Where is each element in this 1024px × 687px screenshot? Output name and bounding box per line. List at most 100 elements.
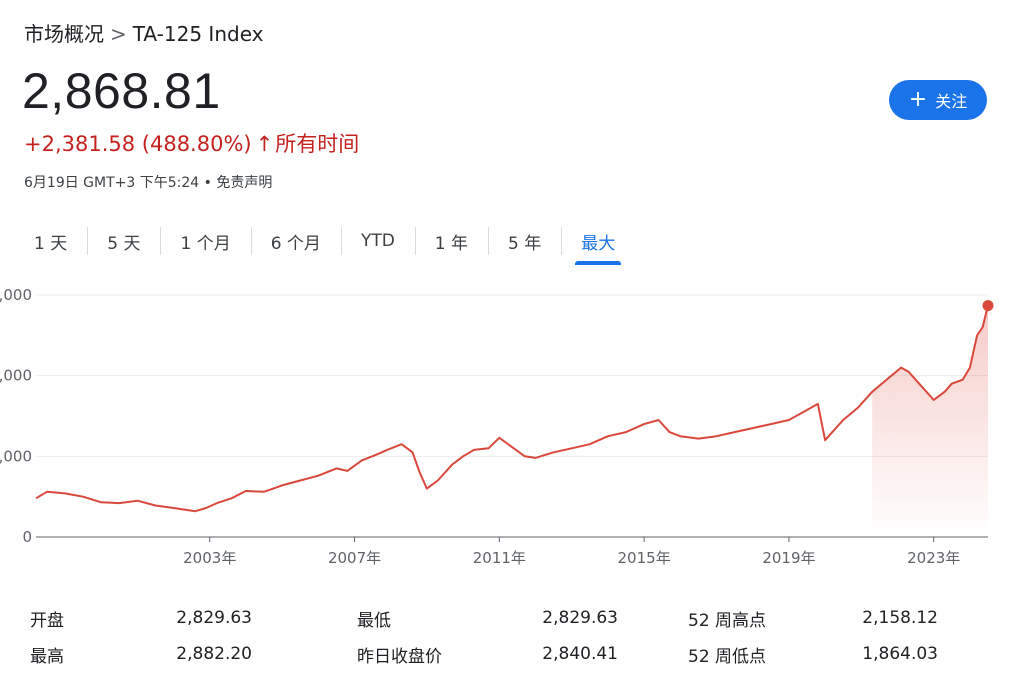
data-point[interactable] [450, 462, 454, 466]
tab-1-day[interactable]: 1 天 [14, 223, 87, 259]
series-area [872, 305, 988, 537]
data-point[interactable] [801, 410, 805, 414]
data-point[interactable] [81, 495, 85, 499]
data-point[interactable] [63, 491, 67, 495]
data-point[interactable] [968, 366, 972, 370]
data-point[interactable] [606, 434, 610, 438]
data-point[interactable] [345, 469, 349, 473]
data-point[interactable] [193, 509, 197, 513]
data-point[interactable] [696, 437, 700, 441]
tab-label: 1 个月 [180, 233, 231, 254]
data-point[interactable] [436, 479, 440, 483]
data-point[interactable] [280, 483, 284, 487]
data-point[interactable] [667, 430, 671, 434]
data-point[interactable] [769, 422, 773, 426]
data-point[interactable] [932, 398, 936, 402]
data-point[interactable] [733, 430, 737, 434]
data-point[interactable] [917, 382, 921, 386]
data-point[interactable] [172, 506, 176, 510]
data-point[interactable] [204, 506, 208, 510]
change-period: 所有时间 [275, 132, 360, 156]
data-point[interactable] [99, 500, 103, 504]
data-point[interactable] [316, 474, 320, 478]
data-point[interactable] [751, 426, 755, 430]
tab-6-month[interactable]: 6 个月 [250, 223, 341, 259]
data-point[interactable] [642, 422, 646, 426]
data-point[interactable] [981, 325, 985, 329]
data-point[interactable] [461, 454, 465, 458]
data-point[interactable] [153, 504, 157, 508]
tab-label: 6 个月 [270, 233, 321, 254]
data-point[interactable] [787, 418, 791, 422]
data-point[interactable] [816, 402, 820, 406]
breadcrumb-current: TA-125 Index [132, 22, 264, 46]
data-point[interactable] [425, 487, 429, 491]
data-point[interactable] [588, 442, 592, 446]
data-point[interactable] [570, 446, 574, 450]
stat-label-prev-close: 昨日收盘价 [357, 646, 442, 667]
data-point[interactable] [410, 450, 414, 454]
data-point[interactable] [486, 446, 490, 450]
follow-label: 关注 [935, 92, 968, 111]
data-point[interactable] [418, 470, 422, 474]
data-point[interactable] [334, 466, 338, 470]
range-tabs: 1 天 5 天 1 个月 6 个月 YTD 1 年 5 年 最大 [14, 220, 635, 265]
data-point[interactable] [215, 501, 219, 505]
data-point[interactable] [534, 456, 538, 460]
data-point[interactable] [984, 311, 988, 315]
timestamp-disclaimer[interactable]: 6月19日 GMT+3 下午5:24 • 免责声明 [24, 172, 272, 192]
tab-label: 1 年 [434, 233, 469, 254]
data-point[interactable] [906, 370, 910, 374]
tab-max[interactable]: 最大 [561, 223, 635, 265]
data-point[interactable] [950, 382, 954, 386]
data-point[interactable] [870, 390, 874, 394]
data-point[interactable] [899, 366, 903, 370]
plus-icon: + [908, 87, 928, 112]
tab-1-month[interactable]: 1 个月 [160, 223, 250, 259]
data-point[interactable] [975, 333, 979, 337]
data-point[interactable] [523, 454, 527, 458]
data-point[interactable] [262, 490, 266, 494]
data-point[interactable] [472, 448, 476, 452]
data-point[interactable] [830, 430, 834, 434]
data-point[interactable] [512, 446, 516, 450]
tab-1-year[interactable]: 1 年 [414, 223, 488, 259]
data-point[interactable] [552, 450, 556, 454]
data-point[interactable] [360, 458, 364, 462]
tab-ytd[interactable]: YTD [340, 223, 415, 259]
data-point[interactable] [841, 418, 845, 422]
breadcrumb-separator: > [110, 22, 127, 46]
price-chart[interactable]: 0 1,000 2,000 3,000 2003年 2007年 2011年 2015年 2019… [0, 278, 1024, 578]
data-point[interactable] [117, 501, 121, 505]
data-point[interactable] [244, 489, 248, 493]
data-point[interactable] [400, 442, 404, 446]
data-point[interactable] [856, 406, 860, 410]
data-point[interactable] [34, 496, 38, 500]
follow-button[interactable]: + 关注 [889, 80, 987, 120]
data-point[interactable] [374, 453, 378, 457]
tab-5-year[interactable]: 5 年 [488, 223, 561, 259]
x-tick-label: 2019年 [762, 549, 815, 567]
series-line [35, 305, 989, 513]
data-point[interactable] [823, 438, 827, 442]
data-point[interactable] [624, 430, 628, 434]
data-point[interactable] [943, 390, 947, 394]
data-point[interactable] [715, 434, 719, 438]
stat-value-prev-close: 2,840.41 [542, 644, 618, 664]
breadcrumb-parent-link[interactable]: 市场概况 [24, 22, 104, 46]
data-point[interactable] [229, 496, 233, 500]
data-point[interactable] [961, 378, 965, 382]
data-point[interactable] [182, 508, 186, 512]
data-point[interactable] [497, 436, 501, 440]
data-point[interactable] [885, 378, 889, 382]
data-point[interactable] [135, 499, 139, 503]
stat-value-low: 2,829.63 [542, 608, 618, 628]
data-point[interactable] [678, 434, 682, 438]
data-point[interactable] [385, 448, 389, 452]
stat-value-52w-low: 1,864.03 [862, 644, 938, 664]
data-point[interactable] [298, 479, 302, 483]
x-tick-label: 2007年 [328, 549, 381, 567]
data-point[interactable] [45, 490, 49, 494]
tab-5-day[interactable]: 5 天 [87, 223, 160, 259]
data-point[interactable] [657, 418, 661, 422]
